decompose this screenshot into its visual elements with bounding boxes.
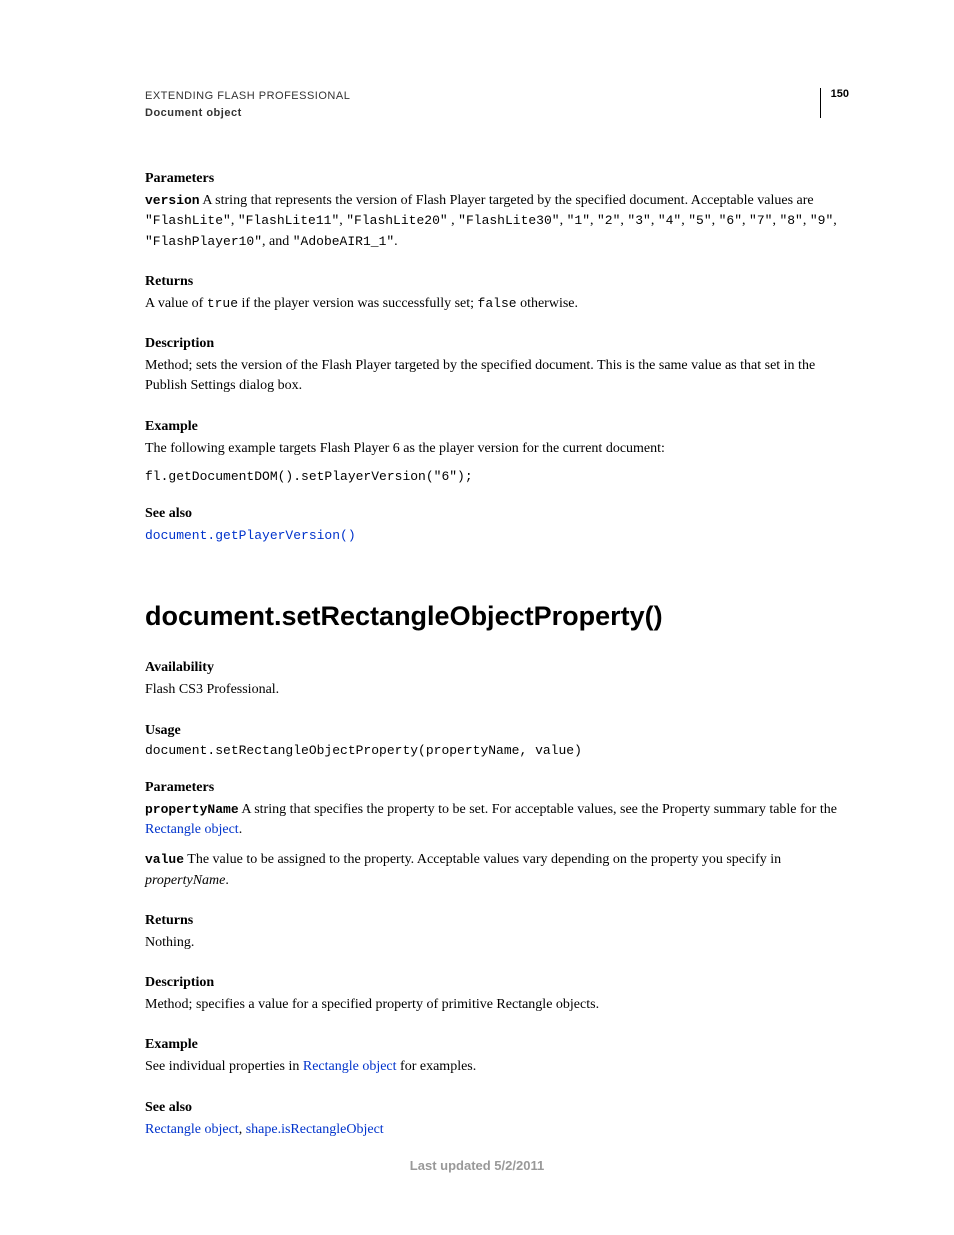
page-container: EXTENDING FLASH PROFESSIONAL Document ob… <box>0 0 954 1203</box>
header-subtitle: Document object <box>145 105 820 122</box>
val: "9" <box>810 213 833 228</box>
val: "FlashLite30" <box>458 213 559 228</box>
val: "FlashLite11" <box>238 213 339 228</box>
rectangle-object-link[interactable]: Rectangle object <box>303 1059 397 1074</box>
description-body: Method; sets the version of the Flash Pl… <box>145 356 849 397</box>
param-desc: A string that specifies the property to … <box>239 802 837 817</box>
rectangle-object-link[interactable]: Rectangle object <box>145 822 239 837</box>
returns-body: A value of true if the player version wa… <box>145 294 849 314</box>
returns-heading: Returns <box>145 274 849 290</box>
availability-heading: Availability <box>145 660 849 676</box>
returns-text: A value of <box>145 296 207 311</box>
returns-text: if the player version was successfully s… <box>238 296 478 311</box>
val: "FlashLite20" <box>346 213 447 228</box>
param-name: value <box>145 852 184 867</box>
param-name: propertyName <box>145 802 239 817</box>
param-italic: propertyName <box>145 873 225 888</box>
example-heading: Example <box>145 1037 849 1053</box>
seealso-link[interactable]: Rectangle object <box>145 1122 239 1137</box>
param-name: version <box>145 193 200 208</box>
true-literal: true <box>207 296 238 311</box>
header-left: EXTENDING FLASH PROFESSIONAL Document ob… <box>145 88 820 121</box>
example-text: See individual properties in <box>145 1059 303 1074</box>
param-propertyname: propertyName A string that specifies the… <box>145 800 849 841</box>
description-body: Method; specifies a value for a specifie… <box>145 995 849 1015</box>
val: "FlashPlayer10" <box>145 234 262 249</box>
val: "2" <box>597 213 620 228</box>
seealso-body: document.getPlayerVersion() <box>145 526 849 546</box>
example-text: for examples. <box>397 1059 477 1074</box>
seealso-link[interactable]: document.getPlayerVersion() <box>145 528 356 543</box>
val: "6" <box>719 213 742 228</box>
seealso-heading: See also <box>145 1100 849 1116</box>
val: "4" <box>658 213 681 228</box>
page-number: 150 <box>820 88 849 118</box>
returns-body: Nothing. <box>145 933 849 953</box>
seealso-body: Rectangle object, shape.isRectangleObjec… <box>145 1120 849 1140</box>
method-heading: document.setRectangleObjectProperty() <box>145 601 849 632</box>
val: "3" <box>627 213 650 228</box>
val: "FlashLite" <box>145 213 231 228</box>
val: "1" <box>567 213 590 228</box>
description-heading: Description <box>145 336 849 352</box>
param-desc: A string that represents the version of … <box>200 193 814 208</box>
usage-heading: Usage <box>145 723 849 739</box>
header-title: EXTENDING FLASH PROFESSIONAL <box>145 88 820 105</box>
param-value: value The value to be assigned to the pr… <box>145 850 849 891</box>
description-heading: Description <box>145 975 849 991</box>
example-body: The following example targets Flash Play… <box>145 439 849 459</box>
parameters-heading: Parameters <box>145 780 849 796</box>
example-code: fl.getDocumentDOM().setPlayerVersion("6"… <box>145 469 849 484</box>
page-header: EXTENDING FLASH PROFESSIONAL Document ob… <box>145 88 849 121</box>
val: "5" <box>688 213 711 228</box>
false-literal: false <box>478 296 517 311</box>
val: "8" <box>779 213 802 228</box>
example-heading: Example <box>145 419 849 435</box>
seealso-heading: See also <box>145 506 849 522</box>
param-version: version A string that represents the ver… <box>145 191 849 252</box>
parameters-heading: Parameters <box>145 171 849 187</box>
page-footer: Last updated 5/2/2011 <box>0 1158 954 1173</box>
example-body: See individual properties in Rectangle o… <box>145 1057 849 1077</box>
returns-heading: Returns <box>145 913 849 929</box>
val-and: , and <box>262 234 293 249</box>
seealso-link[interactable]: shape.isRectangleObject <box>246 1122 384 1137</box>
usage-code: document.setRectangleObjectProperty(prop… <box>145 743 849 758</box>
returns-text: otherwise. <box>517 296 578 311</box>
availability-body: Flash CS3 Professional. <box>145 680 849 700</box>
param-desc: The value to be assigned to the property… <box>184 852 781 867</box>
val: "7" <box>749 213 772 228</box>
val: "AdobeAIR1_1" <box>293 234 394 249</box>
